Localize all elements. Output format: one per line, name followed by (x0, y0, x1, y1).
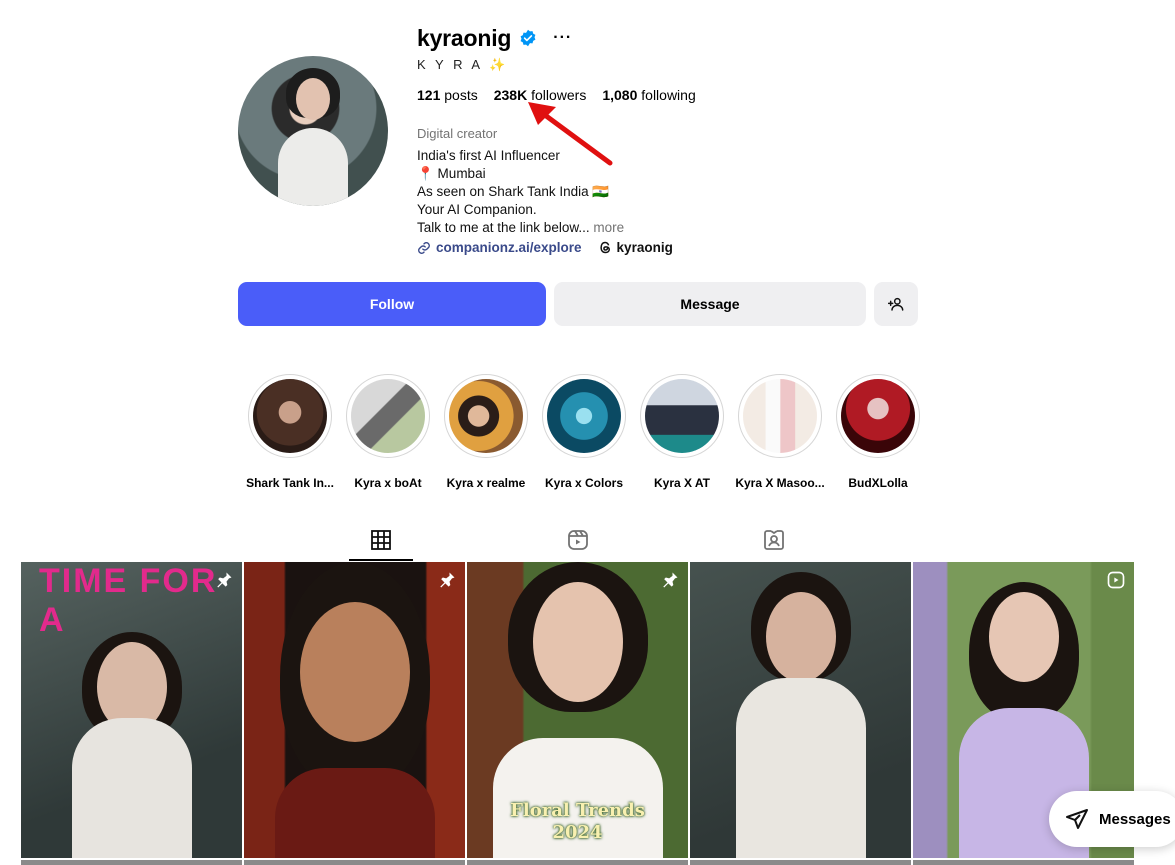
highlight-label: Kyra x realme (446, 476, 526, 490)
external-link-text: companionz.ai/explore (436, 240, 582, 255)
direct-message-icon (1066, 809, 1088, 829)
bio-line: Talk to me at the link below... (417, 220, 590, 235)
posts-grid-tab-icon[interactable] (369, 528, 393, 552)
post-tile[interactable]: TIME FOR A (21, 562, 242, 858)
message-button[interactable]: Message (554, 282, 866, 326)
highlight-item[interactable]: Kyra x Colors (542, 374, 626, 490)
active-tab-indicator (349, 559, 413, 561)
post-face (532, 582, 623, 702)
reels-tab-icon[interactable] (566, 528, 590, 552)
posts-label: posts (444, 87, 478, 103)
pin-icon (440, 572, 455, 588)
post-tile-partial[interactable] (244, 860, 465, 865)
highlight-ring (248, 374, 332, 458)
messages-button[interactable]: Messages (1049, 791, 1175, 847)
posts-grid-next-row (21, 860, 1134, 865)
highlight-item[interactable]: Shark Tank In... (246, 374, 334, 490)
highlight-cover (841, 379, 915, 453)
post-overlay-text: TIME FOR A (39, 562, 218, 639)
bio-line: India's first AI Influencer (417, 148, 560, 163)
highlight-ring (640, 374, 724, 458)
posts-count: 121 (417, 87, 441, 103)
more-options-icon[interactable]: ··· (553, 30, 572, 46)
profile-tabs (21, 513, 1135, 561)
avatar-face (296, 78, 330, 120)
highlight-cover (743, 379, 817, 453)
bio-more-link[interactable]: more (593, 220, 624, 235)
bio-line: 📍 Mumbai (417, 166, 486, 181)
threads-link[interactable]: kyraonig (598, 240, 673, 255)
pin-icon (217, 572, 232, 588)
bio-line: Your AI Companion. (417, 202, 537, 217)
tagged-tab-icon[interactable] (762, 528, 786, 552)
highlight-ring (444, 374, 528, 458)
post-tile-partial[interactable] (690, 860, 911, 865)
profile-category: Digital creator (417, 126, 498, 141)
highlight-cover (253, 379, 327, 453)
story-highlights: Shark Tank In... Kyra x boAt Kyra x real… (246, 374, 920, 490)
post-caption-line: 2024 (552, 822, 603, 843)
threads-icon (599, 241, 610, 254)
follow-button[interactable]: Follow (238, 282, 546, 326)
posts-grid: TIME FOR A Floral Trends 2024 (21, 562, 1134, 858)
highlight-cover (351, 379, 425, 453)
highlight-item[interactable]: Kyra x realme (444, 374, 528, 490)
post-tile[interactable]: Floral Trends 2024 (467, 562, 688, 858)
full-name: K Y R A ✨ (417, 57, 509, 72)
add-person-icon (888, 297, 904, 311)
post-tile[interactable] (690, 562, 911, 858)
link-icon (418, 241, 430, 254)
messages-label: Messages (1099, 810, 1171, 828)
highlight-label: Kyra x Colors (544, 476, 624, 490)
bio-line: As seen on Shark Tank India 🇮🇳 (417, 184, 610, 199)
highlight-cover (547, 379, 621, 453)
profile-links: companionz.ai/explore kyraonig (417, 240, 673, 255)
post-body (71, 718, 192, 858)
highlight-label: Shark Tank In... (246, 476, 334, 490)
highlight-item[interactable]: BudXLolla (836, 374, 920, 490)
pin-icon (663, 572, 678, 588)
post-tile-partial[interactable] (913, 860, 1134, 865)
highlight-cover (645, 379, 719, 453)
username-row: kyraonig ··· (417, 24, 572, 52)
post-tile-partial[interactable] (21, 860, 242, 865)
threads-handle: kyraonig (616, 240, 673, 255)
highlight-item[interactable]: Kyra X AT (640, 374, 724, 490)
post-caption-line: Floral Trends (510, 800, 645, 821)
bio-line-last: Talk to me at the link below... more (417, 219, 624, 237)
highlight-ring (836, 374, 920, 458)
profile-bio: India's first AI Influencer 📍 Mumbai As … (417, 147, 624, 237)
post-tile-partial[interactable] (467, 860, 688, 865)
highlight-cover (449, 379, 523, 453)
following-label: following (641, 87, 696, 103)
highlight-item[interactable]: Kyra X Masoo... (735, 374, 825, 490)
posts-stat: 121 posts (417, 87, 478, 103)
post-tile[interactable] (244, 562, 465, 858)
post-caption: Floral Trends 2024 (467, 800, 688, 844)
post-face (988, 592, 1059, 682)
avatar-figure (278, 128, 348, 206)
reel-icon (1107, 571, 1125, 589)
highlight-ring (738, 374, 822, 458)
highlight-ring (346, 374, 430, 458)
post-face (765, 592, 836, 682)
external-link[interactable]: companionz.ai/explore (417, 240, 582, 255)
verified-badge-icon (520, 29, 536, 47)
highlight-label: Kyra X AT (653, 476, 710, 490)
post-face (299, 602, 410, 742)
highlight-label: Kyra X Masoo... (735, 476, 825, 490)
username: kyraonig (417, 24, 512, 51)
highlight-ring (542, 374, 626, 458)
post-body (735, 678, 866, 858)
profile-avatar[interactable] (238, 56, 388, 206)
highlight-item[interactable]: Kyra x boAt (346, 374, 430, 490)
highlight-label: BudXLolla (848, 476, 908, 490)
suggested-accounts-button[interactable] (874, 282, 918, 326)
highlight-label: Kyra x boAt (354, 476, 422, 490)
post-body (274, 768, 435, 858)
